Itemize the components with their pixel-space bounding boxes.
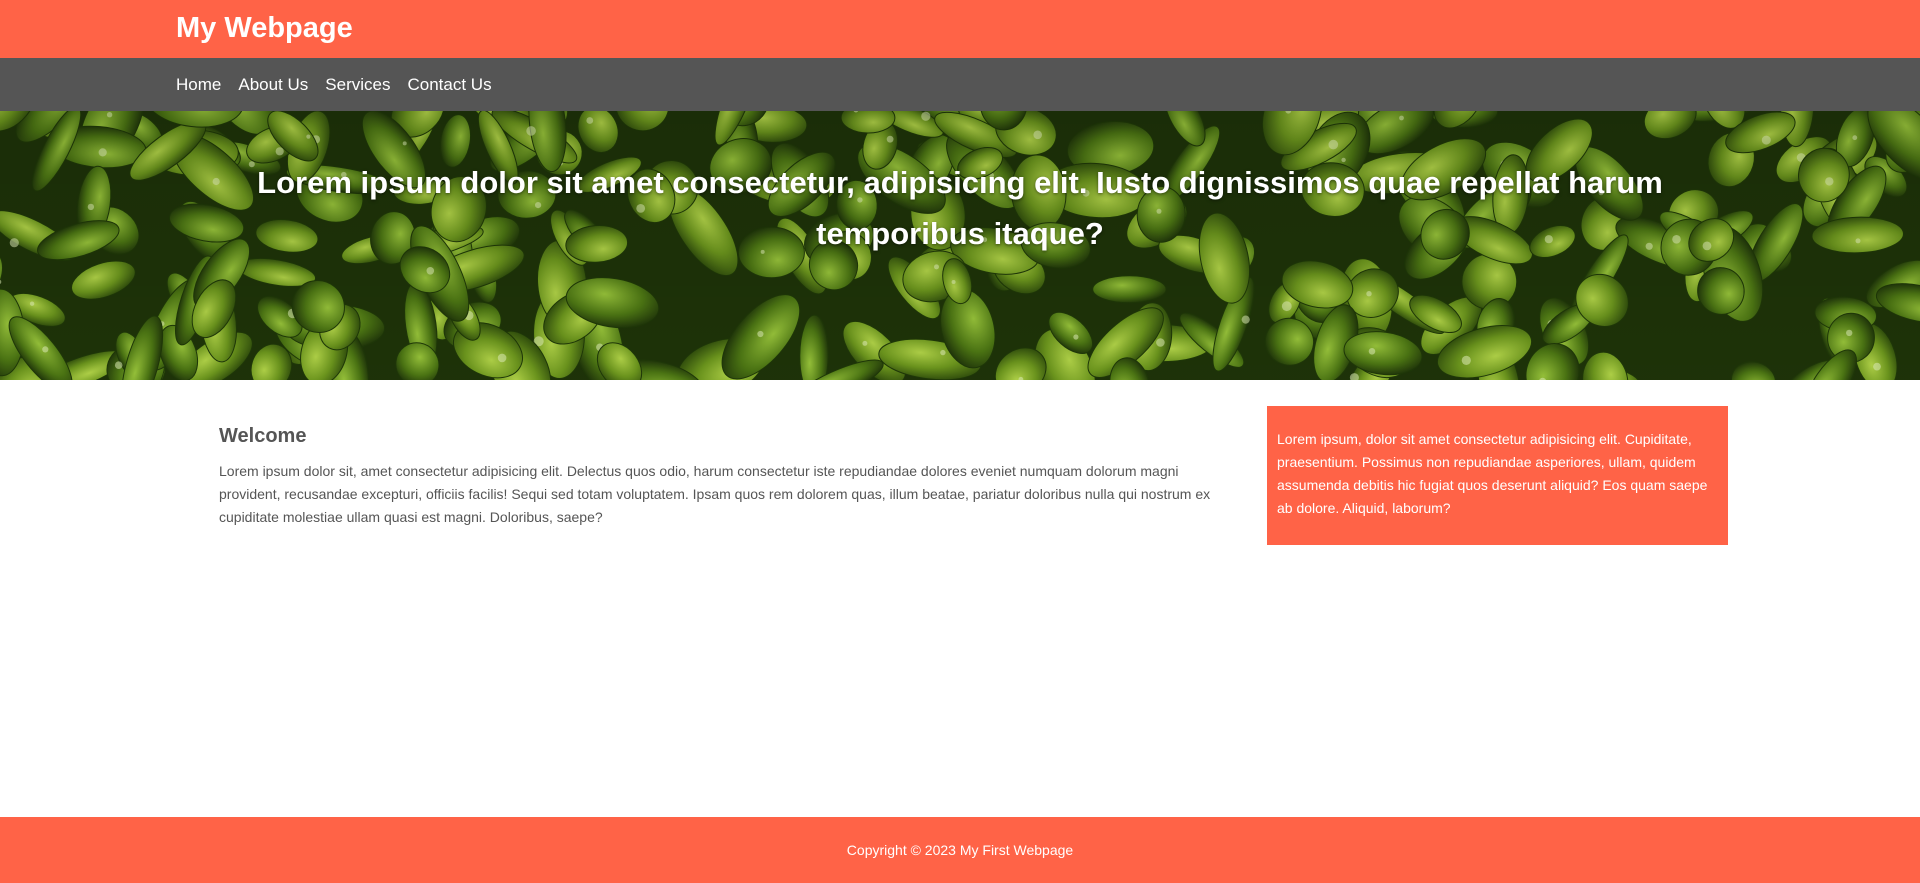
site-title[interactable]: My Webpage: [176, 11, 353, 45]
welcome-title: Welcome: [219, 425, 307, 447]
main-nav: Home About Us Services Contact Us: [0, 58, 1920, 111]
nav-item-contact-us[interactable]: Contact Us: [407, 75, 491, 95]
nav-item-home[interactable]: Home: [176, 75, 221, 95]
site-footer: Copyright © 2023 My First Webpage: [0, 817, 1920, 883]
site-header: My Webpage: [0, 0, 1920, 58]
welcome-text: Lorem ipsum dolor sit, amet consectetur …: [219, 463, 1211, 525]
sidebar-box: Lorem ipsum, dolor sit amet consectetur …: [1267, 406, 1728, 545]
welcome-article: Welcome Lorem ipsum dolor sit, amet cons…: [219, 424, 1229, 529]
footer-copyright: Copyright © 2023 My First Webpage: [846, 842, 1074, 858]
main-content: Welcome Lorem ipsum dolor sit, amet cons…: [0, 380, 1920, 820]
nav-item-about-us[interactable]: About Us: [238, 75, 308, 95]
nav-item-services[interactable]: Services: [325, 75, 390, 95]
sidebar-text: Lorem ipsum, dolor sit amet consectetur …: [1277, 431, 1708, 516]
page: My Webpage Home About Us Services Contac…: [0, 0, 1920, 883]
hero-section: Lorem ipsum dolor sit amet consectetur, …: [0, 111, 1920, 380]
nav-list: Home About Us Services Contact Us: [176, 58, 509, 111]
hero-heading: Lorem ipsum dolor sit amet consectetur, …: [257, 165, 1663, 251]
